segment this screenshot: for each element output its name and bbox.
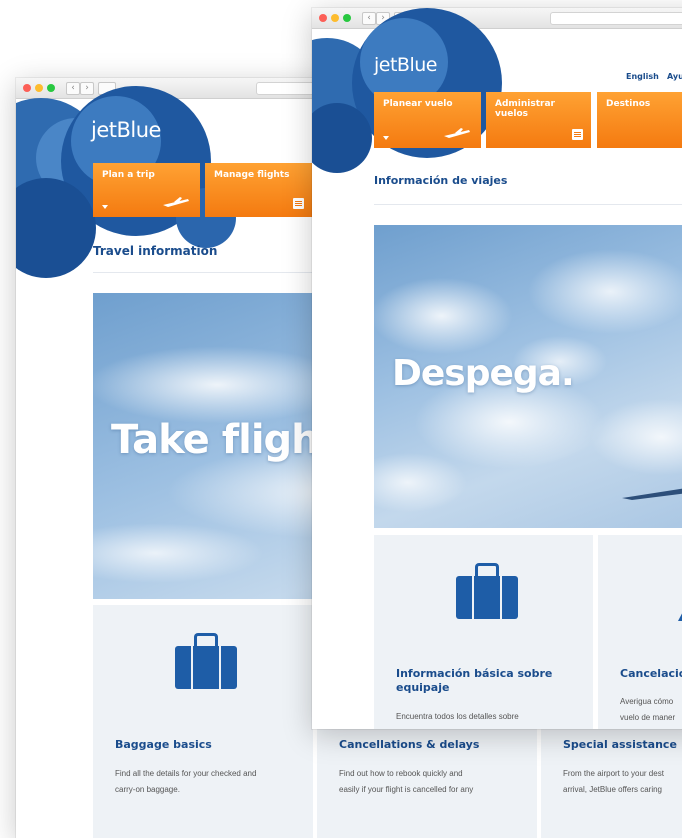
airplane-wing-icon <box>622 488 682 500</box>
card-description: From the airport to your dest <box>563 769 664 778</box>
baggage-icon <box>175 633 237 689</box>
card-baggage-basics[interactable]: Baggage basics Find all the details for … <box>93 605 313 838</box>
card-cancelaciones[interactable]: Cancelacion Averigua cómo vuelo de maner <box>598 535 682 729</box>
nav-tab-destinos[interactable]: Destinos <box>597 92 682 148</box>
hero-text: Despega. <box>392 353 575 394</box>
card-title: equipaje <box>396 681 450 694</box>
maximize-window-dot[interactable] <box>47 84 55 92</box>
warning-triangle-icon <box>678 613 682 621</box>
section-title: Información de viajes <box>374 174 508 187</box>
card-description: Find out how to rebook quickly and <box>339 769 463 778</box>
divider <box>374 204 682 205</box>
section-title: Travel information <box>93 244 218 258</box>
list-icon <box>572 129 583 140</box>
card-title: Información básica sobre <box>396 667 553 680</box>
card-title: Special assistance <box>563 738 677 751</box>
back-arrow-icon[interactable]: ‹ <box>66 82 80 95</box>
nav-tab-label: Administrar vuelos <box>495 99 555 119</box>
airplane-icon <box>163 197 189 207</box>
card-description: Find all the details for your checked an… <box>115 769 257 778</box>
card-description: arrival, JetBlue offers caring <box>563 785 663 794</box>
maximize-window-dot[interactable] <box>343 14 351 22</box>
card-description: vuelo de maner <box>620 713 676 722</box>
nav-tab-manage-flights[interactable]: Manage flights <box>205 163 312 217</box>
nav-tab-planear-vuelo[interactable]: Planear vuelo <box>374 92 481 148</box>
jetblue-logo[interactable]: jetBlue <box>91 118 161 142</box>
card-description: carry-on baggage. <box>115 785 180 794</box>
jetblue-logo[interactable]: jetBlue <box>374 54 437 76</box>
help-link[interactable]: Ayu <box>667 72 682 81</box>
card-equipaje[interactable]: Información básica sobre equipaje Encuen… <box>374 535 593 729</box>
airplane-icon <box>444 128 470 138</box>
forward-arrow-icon[interactable]: › <box>80 82 94 95</box>
nav-tab-plan-trip[interactable]: Plan a trip <box>93 163 200 217</box>
card-description: Averigua cómo <box>620 697 674 706</box>
close-window-dot[interactable] <box>23 84 31 92</box>
nav-tab-label: Plan a trip <box>102 170 155 180</box>
card-title: Baggage basics <box>115 738 212 751</box>
language-link-english[interactable]: English <box>626 72 659 81</box>
minimize-window-dot[interactable] <box>35 84 43 92</box>
browser-window-spanish: ‹ › jetBlue English Ayu Planear vuelo Ad… <box>312 8 682 729</box>
chevron-down-icon <box>102 205 108 209</box>
card-description: easily if your flight is cancelled for a… <box>339 785 474 794</box>
nav-tab-label: Manage flights <box>214 170 290 180</box>
list-icon <box>293 198 304 209</box>
browser-toolbar: ‹ › <box>312 8 682 29</box>
card-description: Encuentra todos los detalles sobre <box>396 712 519 721</box>
card-title: Cancellations & delays <box>339 738 480 751</box>
card-title: Cancelacion <box>620 667 682 680</box>
nav-tab-administrar-vuelos[interactable]: Administrar vuelos <box>486 92 591 148</box>
chevron-down-icon <box>383 136 389 140</box>
address-bar[interactable] <box>550 12 682 25</box>
nav-tab-label: Destinos <box>606 99 651 109</box>
minimize-window-dot[interactable] <box>331 14 339 22</box>
back-arrow-icon[interactable]: ‹ <box>362 12 376 25</box>
baggage-icon <box>456 563 518 619</box>
nav-tab-label: Planear vuelo <box>383 99 453 109</box>
close-window-dot[interactable] <box>319 14 327 22</box>
hero-banner: Despega. <box>374 225 682 528</box>
